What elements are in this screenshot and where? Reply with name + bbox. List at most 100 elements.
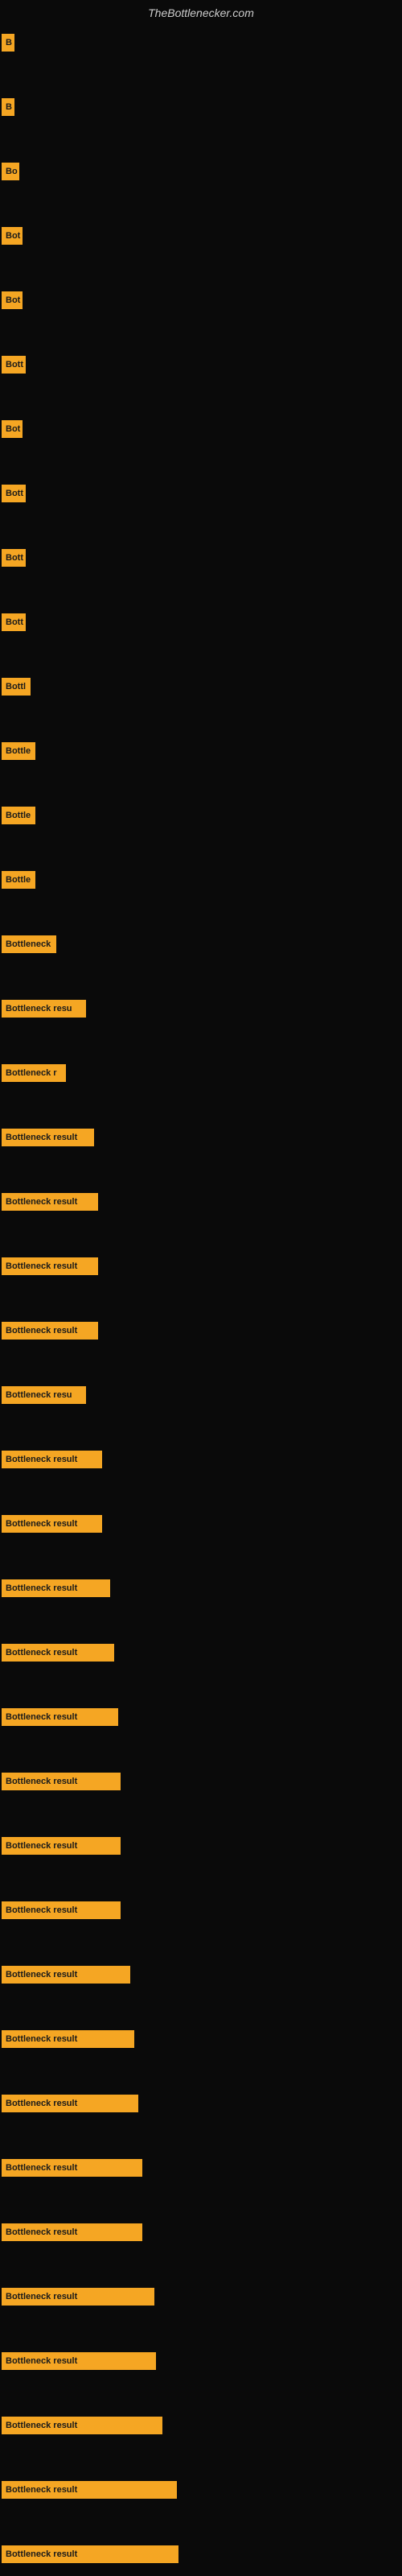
bar-label: B [2,34,14,52]
bar-label: Bot [2,420,23,438]
bar-row: Bottl [2,675,402,699]
bar-row: Bottleneck result [2,2349,402,2373]
bar-label: Bottleneck [2,935,56,953]
bar-row-wrapper: Bottleneck result [0,2542,402,2566]
bar-row: Bottleneck result [2,1834,402,1858]
bar-row: Bottle [2,739,402,763]
bar-row-wrapper: Bottleneck result [0,2220,402,2244]
bar-label: Bottleneck result [2,2095,138,2112]
bar-row-wrapper: Bottleneck result [0,2091,402,2116]
bar-row: Bottleneck result [2,1319,402,1343]
bar-row-wrapper: Bottleneck result [0,1254,402,1278]
bar-row: Bottleneck resu [2,997,402,1021]
bar-label: Bo [2,163,19,180]
bar-row-wrapper: Bottleneck result [0,1190,402,1214]
bar-row-wrapper: Bottleneck result [0,2413,402,2438]
bar-label: Bottleneck result [2,2352,156,2370]
bar-row-wrapper: Bottle [0,739,402,763]
bar-row: Bott [2,481,402,506]
bar-row-wrapper: Bottl [0,675,402,699]
bar-label: Bott [2,549,26,567]
bar-label: Bottleneck resu [2,1386,86,1404]
bar-label: Bottleneck result [2,2159,142,2177]
bar-row: Bottleneck result [2,1125,402,1150]
bar-label: Bott [2,613,26,631]
bar-label: Bottleneck result [2,1966,130,1984]
bar-row: Bottleneck result [2,1254,402,1278]
bar-row: Bo [2,159,402,184]
bar-label: B [2,98,14,116]
bar-row-wrapper: Bottleneck resu [0,1383,402,1407]
bar-row-wrapper: B [0,31,402,55]
bar-row: Bottleneck result [2,1512,402,1536]
bar-row-wrapper: Bottleneck result [0,1125,402,1150]
bar-row-wrapper: Bottleneck result [0,2349,402,2373]
bar-row: Bottle [2,803,402,828]
bar-row-wrapper: Bottleneck result [0,1769,402,1794]
bar-row-wrapper: Bottleneck result [0,1576,402,1600]
bar-row: Bottleneck result [2,1769,402,1794]
bar-row-wrapper: Bot [0,288,402,312]
bar-row: Bottleneck result [2,2156,402,2180]
bar-row-wrapper: Bottleneck result [0,2478,402,2502]
bar-label: Bottleneck result [2,1257,98,1275]
bar-row: Bottleneck result [2,1705,402,1729]
bar-row: Bottleneck result [2,2413,402,2438]
bar-row-wrapper: Bot [0,224,402,248]
bar-row: Bottleneck result [2,1898,402,1922]
bar-row: Bottle [2,868,402,892]
bar-row-wrapper: Bottleneck result [0,1834,402,1858]
bar-row: Bott [2,610,402,634]
bar-label: Bottleneck result [2,1515,102,1533]
bar-row-wrapper: Bottleneck result [0,2285,402,2309]
site-title: TheBottlenecker.com [0,0,402,23]
bar-row-wrapper: B [0,95,402,119]
bar-row-wrapper: Bott [0,546,402,570]
bar-row-wrapper: Bottleneck result [0,1447,402,1472]
bar-row: B [2,31,402,55]
bar-label: Bottleneck result [2,1644,114,1662]
bar-label: Bottl [2,678,31,696]
bar-label: Bottleneck result [2,2288,154,2306]
bar-row-wrapper: Bo [0,159,402,184]
bar-label: Bottle [2,742,35,760]
bar-row: Bottleneck result [2,1963,402,1987]
bar-label: Bottleneck result [2,1708,118,1726]
bar-label: Bot [2,227,23,245]
bar-label: Bottleneck result [2,2223,142,2241]
bar-label: Bott [2,485,26,502]
bar-label: Bottle [2,807,35,824]
bar-row-wrapper: Bottleneck r [0,1061,402,1085]
bar-row: Bot [2,417,402,441]
bar-row: Bottleneck result [2,1641,402,1665]
bar-row: Bottleneck result [2,2091,402,2116]
bar-row-wrapper: Bottleneck [0,932,402,956]
bar-row: Bottleneck [2,932,402,956]
bar-row: Bottleneck result [2,1576,402,1600]
bar-row: Bott [2,546,402,570]
bar-label: Bottleneck result [2,2545,178,2563]
bar-label: Bottleneck result [2,1129,94,1146]
bar-row-wrapper: Bottleneck result [0,2027,402,2051]
bar-row: Bottleneck r [2,1061,402,1085]
bar-row-wrapper: Bott [0,481,402,506]
bar-label: Bottleneck resu [2,1000,86,1018]
bar-row-wrapper: Bottleneck result [0,2156,402,2180]
bar-row-wrapper: Bott [0,353,402,377]
bar-row: Bot [2,288,402,312]
bar-row: Bottleneck result [2,2542,402,2566]
bar-row: Bottleneck resu [2,1383,402,1407]
bar-label: Bottleneck result [2,2481,177,2499]
bar-row-wrapper: Bottleneck result [0,1898,402,1922]
bar-label: Bottleneck result [2,1837,121,1855]
bar-row: Bott [2,353,402,377]
bar-row: B [2,95,402,119]
bar-row: Bottleneck result [2,1447,402,1472]
bar-label: Bottleneck result [2,1901,121,1919]
bar-label: Bottle [2,871,35,889]
bar-row: Bot [2,224,402,248]
bar-row-wrapper: Bottle [0,803,402,828]
bar-row-wrapper: Bottleneck result [0,1641,402,1665]
bar-label: Bottleneck result [2,2030,134,2048]
bar-row-wrapper: Bottle [0,868,402,892]
